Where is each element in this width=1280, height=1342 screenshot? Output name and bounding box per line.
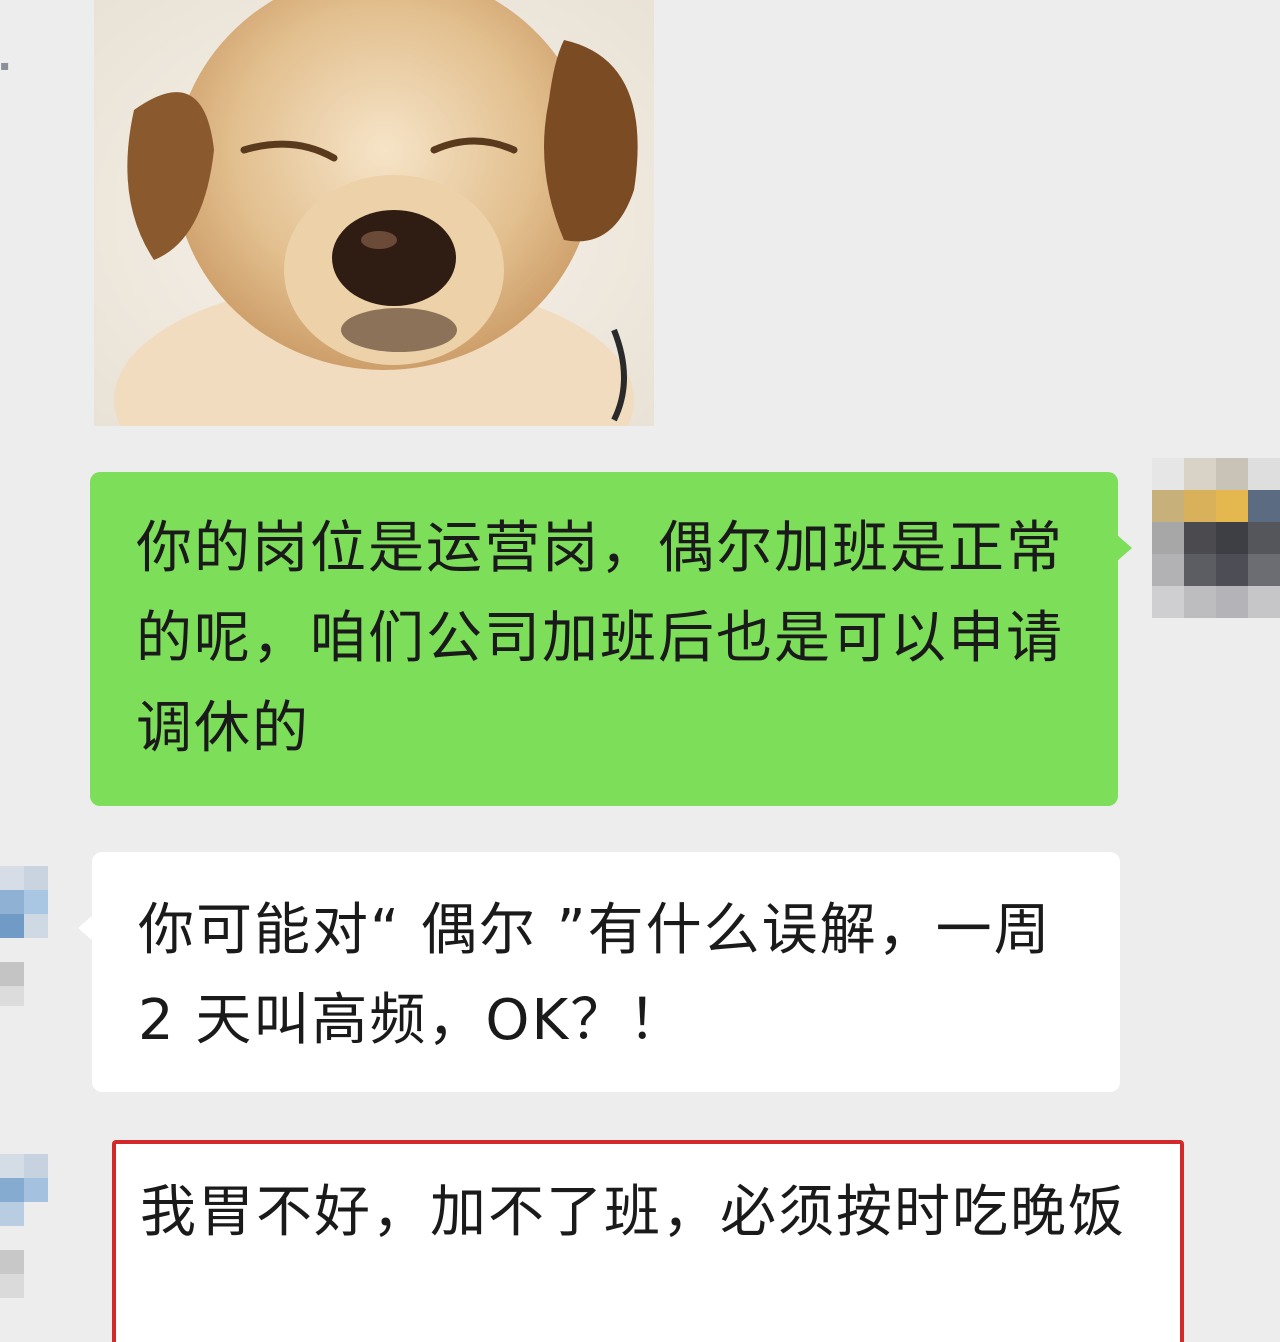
other-avatar[interactable] (0, 866, 48, 1006)
chat-window: ▪ 你的岗位是运营岗，偶尔加班是正常的呢，咱们公司加班后也是可以申请调休的 你可… (0, 0, 1280, 1342)
bubble-tail (1116, 534, 1132, 562)
message-text: 你可能对“ 偶尔 ”有什么误解，一周 2 天叫高频，OK？！ (138, 898, 1052, 1053)
dog-sticker[interactable] (94, 0, 654, 426)
other-avatar[interactable] (0, 1154, 48, 1304)
message-bubble-received[interactable]: 你可能对“ 偶尔 ”有什么误解，一周 2 天叫高频，OK？！ (78, 852, 1120, 1092)
message-text: 我胃不好，加不了班，必须按时吃晚饭 (140, 1180, 1126, 1245)
dog-sticker-icon (94, 0, 654, 426)
message-bubble-highlighted[interactable]: 我胃不好，加不了班，必须按时吃晚饭 (112, 1140, 1184, 1342)
self-avatar[interactable] (1152, 458, 1280, 626)
message-bubble-sent[interactable]: 你的岗位是运营岗，偶尔加班是正常的呢，咱们公司加班后也是可以申请调休的 (90, 472, 1132, 806)
edge-marker-icon: ▪ (0, 58, 10, 74)
bubble-tail (78, 914, 94, 942)
message-text: 你的岗位是运营岗，偶尔加班是正常的呢，咱们公司加班后也是可以申请调休的 (136, 516, 1064, 761)
